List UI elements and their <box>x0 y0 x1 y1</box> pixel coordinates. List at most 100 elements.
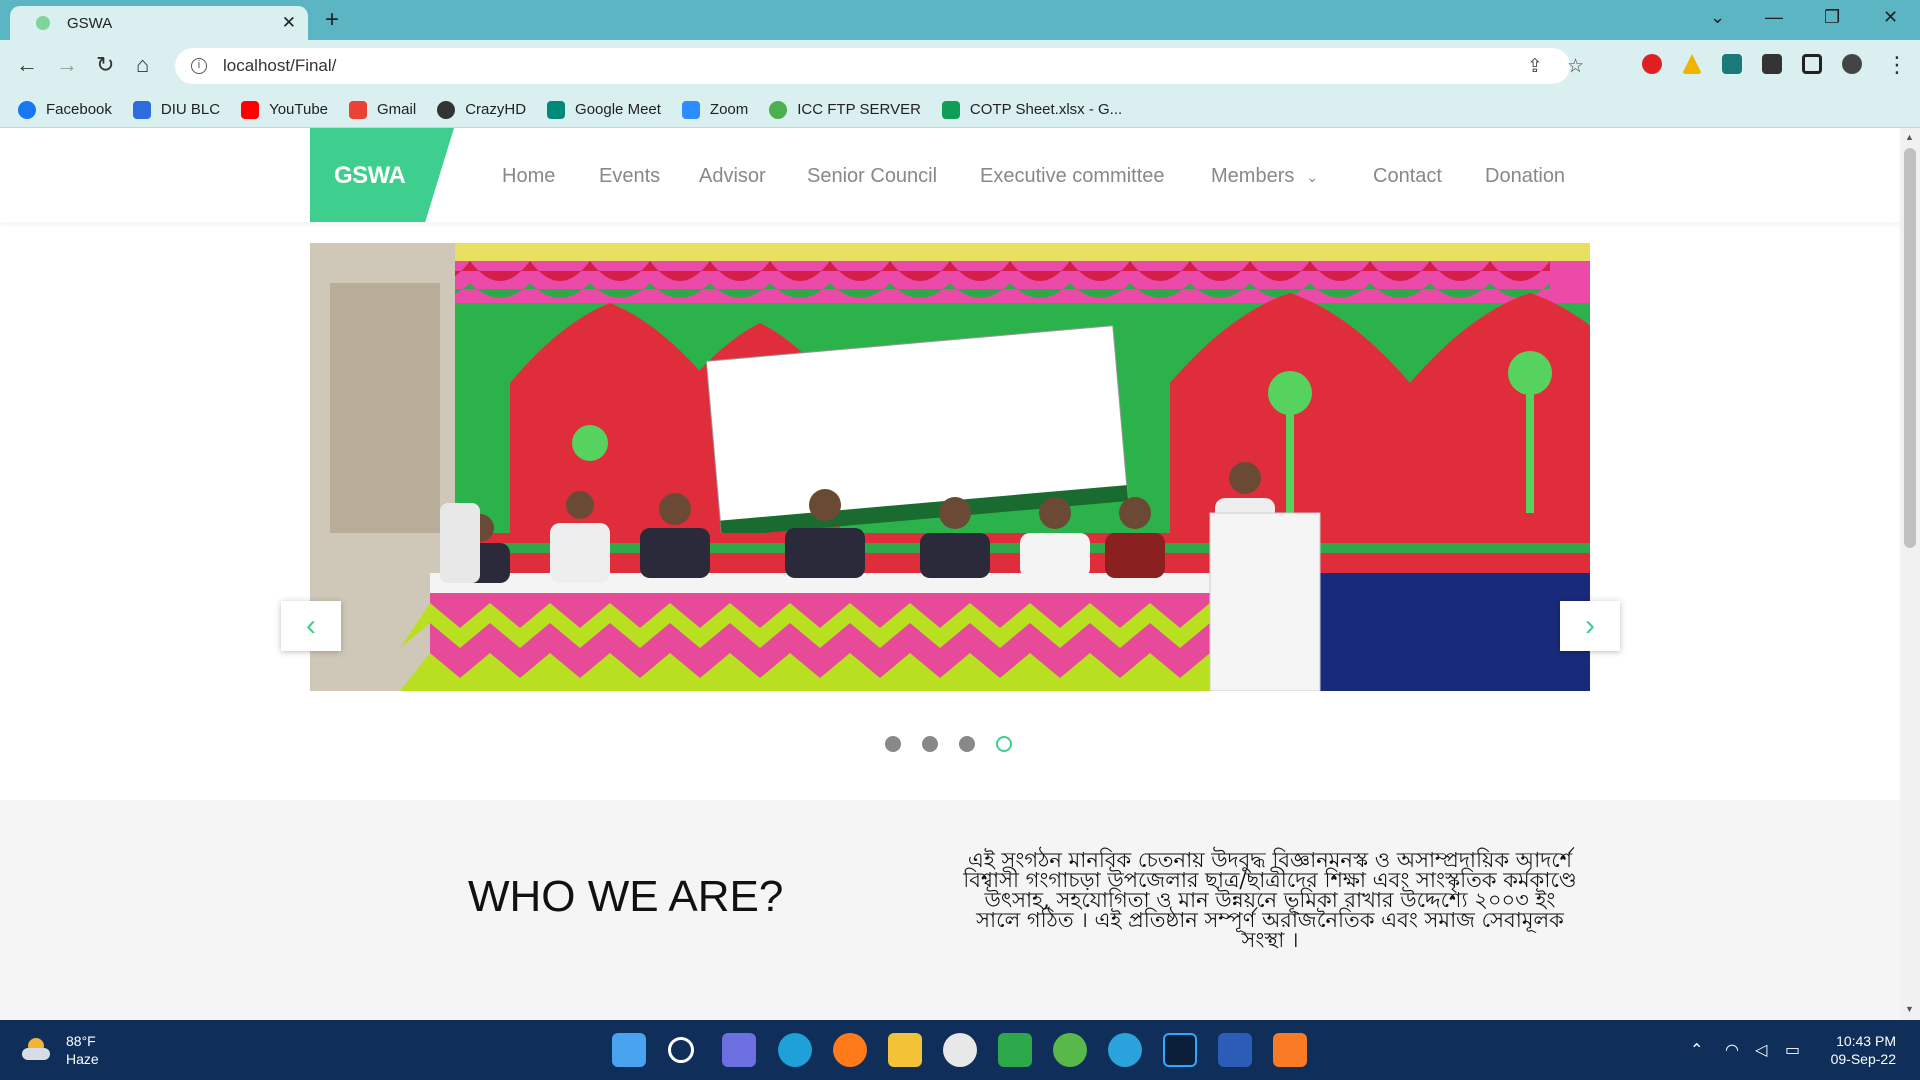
tab-search-icon[interactable]: ⌄ <box>1710 7 1725 28</box>
bookmark-label: ICC FTP SERVER <box>797 101 921 118</box>
chevron-down-icon: ⌄ <box>1306 169 1319 185</box>
bookmark-crazyhd[interactable]: CrazyHD <box>437 100 527 119</box>
word-icon[interactable] <box>1218 1033 1252 1067</box>
store-icon[interactable] <box>998 1033 1032 1067</box>
page-scrollbar[interactable]: ▲ ▼ <box>1900 128 1920 1020</box>
carousel-dot-active[interactable] <box>996 736 1012 752</box>
file-explorer-icon[interactable] <box>888 1033 922 1067</box>
nav-executive-committee[interactable]: Executive committee <box>980 165 1165 188</box>
carousel-dot[interactable] <box>922 736 938 752</box>
volume-icon[interactable]: ◁ <box>1755 1040 1767 1060</box>
site-info-icon[interactable]: i <box>191 58 207 74</box>
xampp-icon[interactable] <box>1273 1033 1307 1067</box>
scrollbar-thumb[interactable] <box>1904 148 1916 548</box>
image-carousel <box>310 243 1590 691</box>
carousel-dot[interactable] <box>959 736 975 752</box>
extensions-puzzle-icon[interactable] <box>1762 54 1782 74</box>
restore-button[interactable]: ❐ <box>1824 7 1840 28</box>
bookmark-google-meet[interactable]: Google Meet <box>547 100 661 119</box>
system-clock[interactable]: 10:43 PM 09-Sep-22 <box>1822 1032 1896 1068</box>
tab-close-button[interactable]: ✕ <box>282 13 296 33</box>
bookmark-label: Gmail <box>377 101 417 118</box>
bookmark-zoom[interactable]: Zoom <box>681 100 749 119</box>
diu-blc-icon <box>132 100 151 119</box>
nav-donation[interactable]: Donation <box>1485 165 1565 188</box>
bookmark-star-icon[interactable]: ☆ <box>1567 55 1584 78</box>
close-window-button[interactable]: ✕ <box>1883 7 1898 28</box>
chrome-icon[interactable] <box>943 1033 977 1067</box>
nav-advisor[interactable]: Advisor <box>699 165 766 188</box>
nav-events[interactable]: Events <box>599 165 660 188</box>
start-windows-icon[interactable] <box>612 1033 646 1067</box>
reload-icon[interactable]: ↻ <box>96 52 114 78</box>
forward-arrow-icon[interactable]: → <box>56 52 78 78</box>
sheets-icon <box>941 100 960 119</box>
address-bar[interactable]: i localhost/Final/ ⇪ ☆ <box>175 48 1584 84</box>
media-extension-icon[interactable] <box>1722 54 1742 74</box>
url-text[interactable]: localhost/Final/ <box>223 56 336 76</box>
tab-title: GSWA <box>67 14 113 32</box>
weather-widget[interactable]: 88°F Haze <box>22 1032 99 1068</box>
telegram-icon[interactable] <box>1108 1033 1142 1067</box>
utorrent-icon[interactable] <box>1053 1033 1087 1067</box>
section-heading: WHO WE ARE? <box>468 872 784 921</box>
carousel-prev-button[interactable]: ‹ <box>281 601 341 651</box>
share-icon[interactable]: ⇪ <box>1527 55 1543 78</box>
back-arrow-icon[interactable]: ← <box>16 52 38 78</box>
bookmark-diu-blc[interactable]: DIU BLC <box>132 100 220 119</box>
opera-extension-icon[interactable] <box>1642 54 1662 74</box>
weather-description: Haze <box>66 1051 99 1067</box>
battery-icon[interactable]: ▭ <box>1785 1040 1800 1060</box>
gmail-icon <box>349 100 368 119</box>
bookmark-gmail[interactable]: Gmail <box>349 100 417 119</box>
icc-ftp-icon <box>769 100 788 119</box>
zoom-icon <box>681 100 700 119</box>
side-panel-icon[interactable] <box>1802 54 1822 74</box>
bookmark-label: COTP Sheet.xlsx - G... <box>969 101 1123 118</box>
tray-chevron-up-icon[interactable]: ⌃ <box>1690 1040 1703 1060</box>
nav-contact[interactable]: Contact <box>1373 165 1442 188</box>
wifi-icon[interactable]: ◠ <box>1725 1040 1739 1060</box>
clock-date: 09-Sep-22 <box>1830 1051 1896 1067</box>
carousel-dot[interactable] <box>885 736 901 752</box>
weather-haze-icon <box>22 1038 52 1062</box>
bookmark-label: CrazyHD <box>465 101 527 118</box>
scroll-down-icon[interactable]: ▼ <box>1905 1004 1914 1014</box>
bookmark-label: Facebook <box>46 101 112 118</box>
chevron-right-icon: › <box>1585 609 1595 642</box>
edge-icon[interactable] <box>778 1033 812 1067</box>
home-icon[interactable]: ⌂ <box>136 52 149 78</box>
nav-home[interactable]: Home <box>502 165 555 188</box>
profile-avatar[interactable] <box>1842 54 1862 74</box>
nav-members[interactable]: Members ⌄ <box>1211 165 1318 188</box>
teams-chat-icon[interactable] <box>722 1033 756 1067</box>
search-icon[interactable] <box>668 1037 694 1063</box>
site-logo[interactable]: GSWA <box>310 128 454 222</box>
windows-taskbar: 88°F Haze ⌃ ◠ ◁ ▭ 10:43 PM 09-Sep-22 <box>0 1020 1920 1080</box>
bookmark-cotp-sheet[interactable]: COTP Sheet.xlsx - G... <box>941 100 1123 119</box>
browser-tab[interactable]: GSWA ✕ <box>10 6 308 40</box>
minimize-button[interactable]: — <box>1765 7 1783 28</box>
carousel-next-button[interactable]: › <box>1560 601 1620 651</box>
logo-text: GSWA <box>334 162 406 189</box>
clock-time: 10:43 PM <box>1836 1033 1896 1049</box>
chevron-left-icon: ‹ <box>306 609 316 642</box>
carousel-indicators <box>885 736 1033 752</box>
who-we-are-section: WHO WE ARE? এই সংগঠন মানবিক চেতনায় উদবু… <box>0 800 1900 1020</box>
weather-temperature: 88°F <box>66 1033 96 1049</box>
bookmark-icc-ftp[interactable]: ICC FTP SERVER <box>769 100 921 119</box>
crazyhd-icon <box>437 100 456 119</box>
bookmark-facebook[interactable]: Facebook <box>18 100 112 119</box>
nav-senior-council[interactable]: Senior Council <box>807 165 937 188</box>
firefox-icon[interactable] <box>833 1033 867 1067</box>
menu-kebab-icon[interactable]: ⋮ <box>1886 52 1908 78</box>
bookmark-youtube[interactable]: YouTube <box>241 100 329 119</box>
bookmark-label: Zoom <box>709 101 749 118</box>
bookmark-label: Google Meet <box>575 101 661 118</box>
new-tab-button[interactable]: + <box>325 6 339 34</box>
bookmark-label: YouTube <box>269 101 329 118</box>
photoshop-icon[interactable] <box>1163 1033 1197 1067</box>
browser-tab-strip: GSWA ✕ + ⌄ — ❐ ✕ <box>0 0 1920 40</box>
drive-extension-icon[interactable] <box>1682 54 1702 74</box>
scroll-up-icon[interactable]: ▲ <box>1905 132 1914 142</box>
